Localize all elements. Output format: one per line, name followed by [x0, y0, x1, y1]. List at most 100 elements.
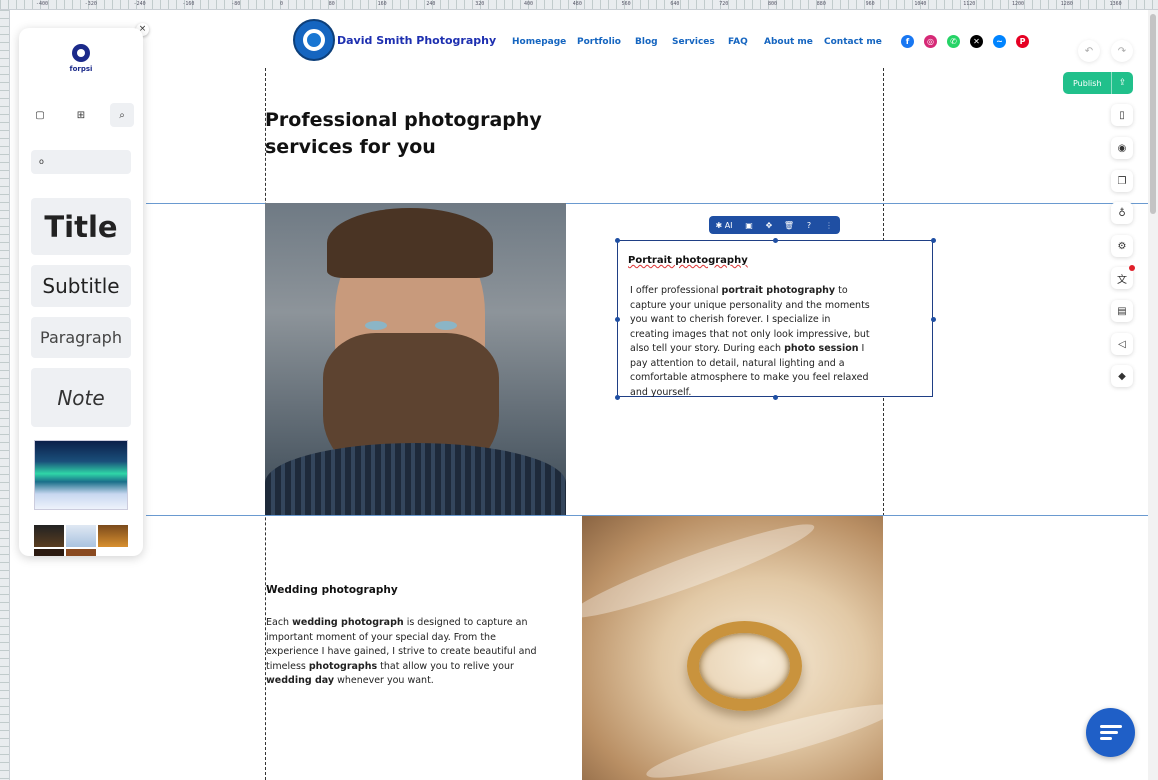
wedding-section-body[interactable]: Each wedding photograph is designed to c…	[266, 616, 551, 689]
gear-icon: ⚙	[1117, 240, 1127, 252]
paragraph-element-tile[interactable]: Paragraph	[31, 317, 131, 358]
note-element-tile[interactable]: Note	[31, 368, 131, 427]
x-icon[interactable]: ✕	[970, 35, 983, 48]
blocks-tab[interactable]: ▢	[28, 103, 52, 127]
site-brand-name[interactable]: David Smith Photography	[337, 34, 496, 47]
eye-icon: ◉	[1117, 142, 1127, 154]
horizontal-ruler: -400 -320 -240 -160 -80 0 80 160 240 320 400 480 560…	[0, 0, 1158, 10]
gold-ring	[687, 621, 802, 711]
nav-homepage[interactable]: Homepage	[512, 37, 566, 47]
portrait-section-title[interactable]: Portrait photography	[628, 255, 748, 266]
paint-roller-icon: ▤	[1117, 305, 1127, 317]
resize-handle[interactable]	[931, 238, 936, 243]
ruler-label: 320	[475, 1, 485, 7]
snow-image-thumbnail[interactable]	[66, 525, 96, 547]
fabric-fold	[582, 516, 820, 630]
dark-image-thumbnail[interactable]	[34, 549, 64, 556]
nav-blog[interactable]: Blog	[635, 37, 658, 47]
ruler-label: 1360	[1109, 1, 1122, 7]
whatsapp-icon[interactable]: ✆	[947, 35, 960, 48]
graduation-cap-icon: ◆	[1118, 370, 1126, 382]
publish-button[interactable]: Publish ⇪	[1063, 72, 1133, 94]
wedding-ring-photo[interactable]	[582, 516, 883, 780]
element-search-input[interactable]: o	[31, 150, 131, 174]
nav-services[interactable]: Services	[672, 37, 715, 47]
ruler-label: -160	[182, 1, 195, 7]
facebook-icon[interactable]: f	[901, 35, 914, 48]
pinterest-icon[interactable]: P	[1016, 35, 1029, 48]
ruler-label: 1120	[963, 1, 976, 7]
bold-keyword: portrait photography	[721, 285, 836, 296]
sections-tab[interactable]: ⊞	[69, 103, 93, 127]
tips-button[interactable]: ♁	[1111, 202, 1133, 224]
scrollbar-thumb[interactable]	[1150, 14, 1156, 214]
resize-handle[interactable]	[615, 317, 620, 322]
delete-button[interactable]: 🗑	[779, 216, 799, 234]
bold-keyword: wedding photograph	[292, 617, 404, 628]
ai-button[interactable]: ✱ AI	[709, 216, 739, 234]
chat-support-button[interactable]	[1086, 708, 1135, 757]
bold-keyword: wedding day	[266, 675, 335, 686]
title-element-tile[interactable]: Title	[31, 198, 131, 255]
ruler-label: -80	[231, 1, 241, 7]
ruler-label: 1040	[914, 1, 927, 7]
page-heading[interactable]: Professional photography services for yo…	[265, 107, 625, 161]
ruler-label: 160	[377, 1, 387, 7]
site-logo[interactable]	[293, 19, 335, 61]
ruler-label: 640	[670, 1, 680, 7]
phone-icon: ▯	[1119, 109, 1125, 121]
instagram-icon[interactable]: ◎	[924, 35, 937, 48]
portrait-hair	[327, 208, 493, 278]
vertical-ruler	[0, 10, 10, 780]
drag-handle[interactable]: ⋮	[819, 216, 839, 234]
resize-handle[interactable]	[615, 238, 620, 243]
grid-icon: ⊞	[76, 109, 86, 121]
settings-button[interactable]: ⚙	[1111, 235, 1133, 257]
text-element-toolbar: ✱ AI ▣ ✥ 🗑 ? ⋮	[709, 216, 840, 234]
resize-handle[interactable]	[931, 317, 936, 322]
move-button[interactable]: ✥	[759, 216, 779, 234]
chat-icon	[1099, 722, 1122, 743]
academy-button[interactable]: ◆	[1111, 365, 1133, 387]
camera-aperture-icon	[303, 29, 325, 51]
messenger-icon[interactable]: ~	[993, 35, 1006, 48]
warm-image-thumbnail[interactable]	[66, 549, 96, 556]
undo-button[interactable]: ↶	[1078, 40, 1100, 62]
nav-about-me[interactable]: About me	[764, 37, 813, 47]
square-icon: ▢	[35, 109, 45, 121]
preview-button[interactable]: ◉	[1111, 137, 1133, 159]
eagle-image-thumbnail[interactable]	[34, 525, 64, 547]
wedding-section-title[interactable]: Wedding photography	[266, 584, 398, 596]
portrait-photo[interactable]	[265, 203, 566, 515]
nav-portfolio[interactable]: Portfolio	[577, 37, 621, 47]
pages-icon: ❐	[1117, 175, 1127, 187]
copy-style-button[interactable]: ▣	[739, 216, 759, 234]
nav-faq[interactable]: FAQ	[728, 37, 748, 47]
aurora-image-thumbnail[interactable]	[34, 440, 128, 510]
design-button[interactable]: ▤	[1111, 300, 1133, 322]
page-scrollbar[interactable]	[1148, 10, 1158, 780]
nav-contact-me[interactable]: Contact me	[824, 37, 882, 47]
lightbulb-icon: ♁	[1118, 207, 1126, 219]
portrait-section-body[interactable]: I offer professional portrait photograph…	[630, 284, 870, 400]
translate-button[interactable]: 文	[1111, 265, 1135, 289]
upload-icon: ⇪	[1111, 72, 1133, 94]
ruler-label: 880	[816, 1, 826, 7]
redo-button[interactable]: ↷	[1111, 40, 1133, 62]
pages-button[interactable]: ❐	[1111, 170, 1133, 192]
portrait-sweater	[265, 443, 566, 515]
ruler-label: 960	[865, 1, 875, 7]
marketing-button[interactable]: ◁	[1111, 333, 1133, 355]
subtitle-element-tile[interactable]: Subtitle	[31, 265, 131, 307]
resize-handle[interactable]	[615, 395, 620, 400]
autumn-image-thumbnail[interactable]	[98, 525, 128, 547]
move-icon: ✥	[765, 220, 773, 230]
resize-handle[interactable]	[773, 238, 778, 243]
help-button[interactable]: ?	[799, 216, 819, 234]
mobile-view-button[interactable]: ▯	[1111, 104, 1133, 126]
ruler-label: -240	[133, 1, 146, 7]
ruler-label: -320	[84, 1, 97, 7]
undo-icon: ↶	[1084, 45, 1094, 57]
text-run: whenever you want.	[334, 675, 434, 686]
search-tab[interactable]: ⌕	[110, 103, 134, 127]
